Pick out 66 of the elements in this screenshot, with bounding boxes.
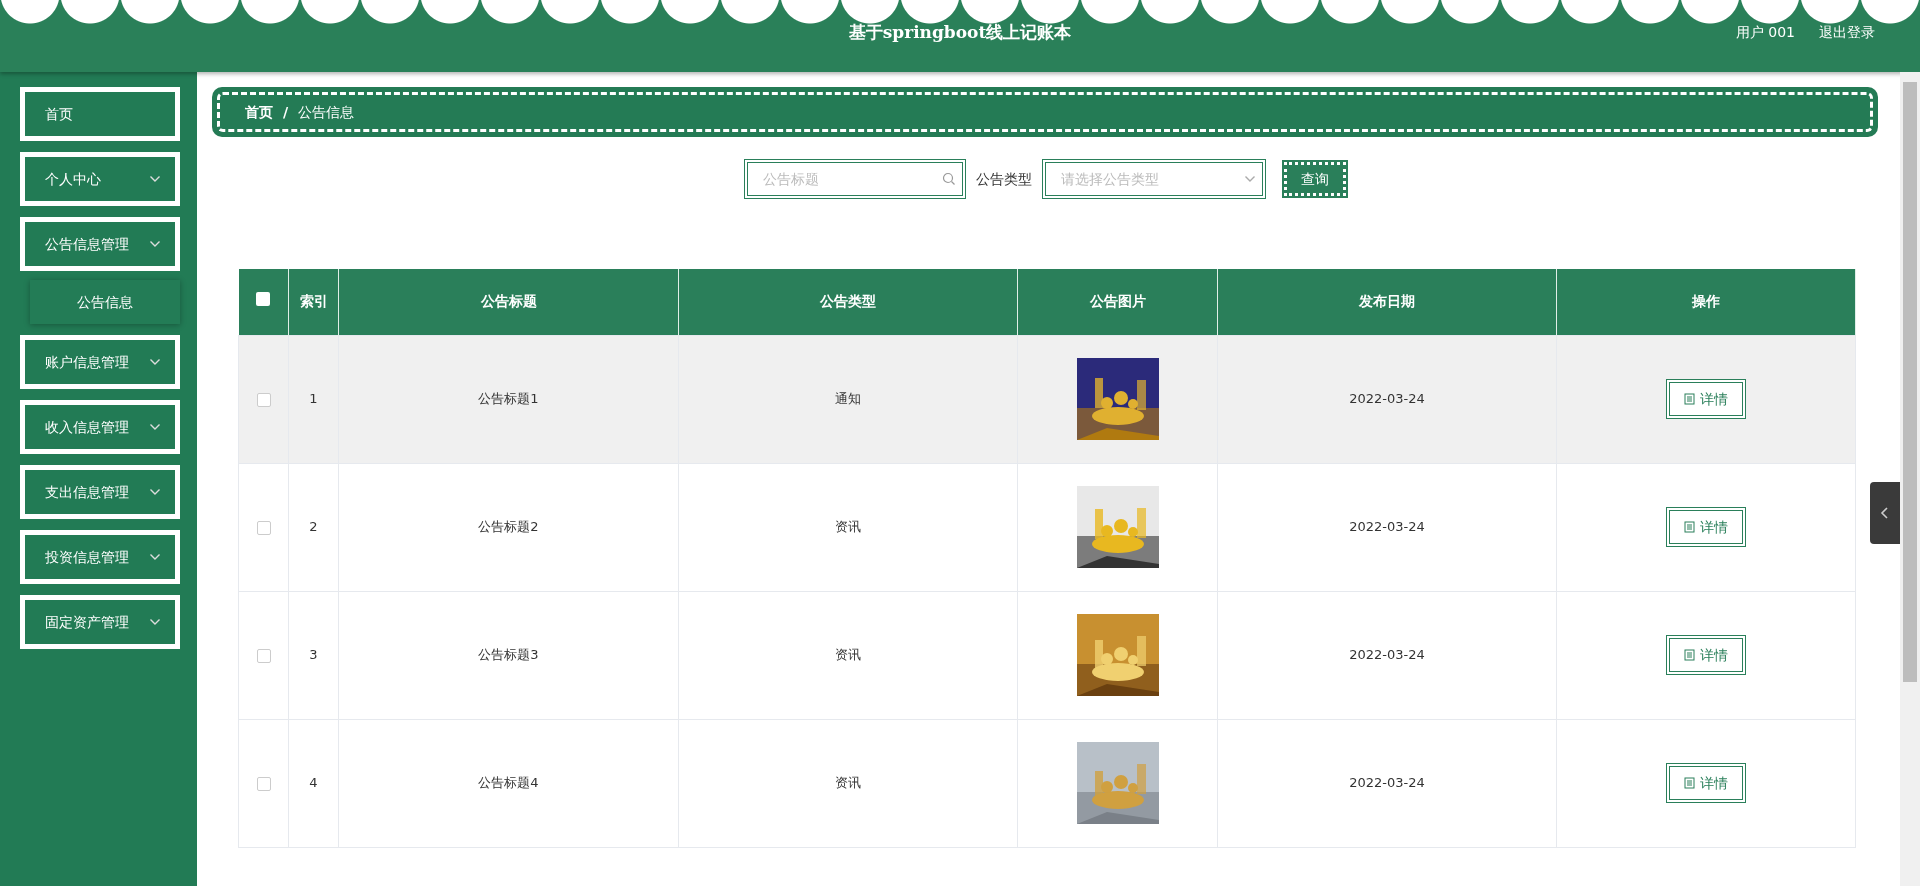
column-header: 操作 (1692, 293, 1720, 310)
collapse-tab[interactable] (1870, 482, 1900, 544)
chevron-left-icon (1880, 506, 1890, 520)
type-cell: 资讯 (835, 775, 861, 791)
type-cell: 资讯 (835, 647, 861, 663)
column-header: 公告标题 (480, 293, 537, 310)
sidebar-subitem[interactable]: 公告信息 (30, 280, 180, 324)
sidebar-item[interactable]: 收入信息管理 (20, 400, 180, 454)
details-button[interactable]: 详情 (1666, 379, 1746, 419)
details-button[interactable]: 详情 (1666, 763, 1746, 803)
index-cell: 2 (309, 519, 318, 535)
type-select[interactable]: 请选择公告类型 (1042, 159, 1266, 199)
select-all-checkbox[interactable] (256, 292, 271, 307)
sidebar-item[interactable]: 固定资产管理 (20, 595, 180, 649)
sidebar-item[interactable]: 公告信息管理 (20, 217, 180, 271)
type-cell: 资讯 (835, 519, 861, 535)
chevron-down-icon (149, 240, 161, 248)
sidebar-item[interactable]: 个人中心 (20, 152, 180, 206)
app-title: 基于springboot线上记账本 (848, 21, 1072, 44)
scrollbar[interactable] (1900, 72, 1920, 886)
scrollbar-thumb[interactable] (1903, 82, 1917, 682)
document-icon (1684, 649, 1695, 661)
row-checkbox[interactable] (256, 392, 271, 407)
sidebar-item[interactable]: 投资信息管理 (20, 530, 180, 584)
search-icon (942, 172, 956, 186)
date-cell: 2022-03-24 (1349, 519, 1425, 535)
document-icon (1684, 777, 1695, 789)
breadcrumb-separator: / (283, 102, 289, 122)
document-icon (1684, 393, 1695, 405)
column-header: 公告类型 (820, 293, 876, 310)
index-cell: 3 (309, 647, 318, 663)
chevron-down-icon (149, 175, 161, 183)
row-checkbox[interactable] (256, 520, 271, 535)
user-name: 用户 001 (1735, 23, 1795, 42)
sidebar-item[interactable]: 首页 (20, 87, 180, 141)
chevron-down-icon (149, 423, 161, 431)
title-cell: 公告标题4 (478, 775, 539, 791)
breadcrumb-link[interactable]: 首页 (245, 101, 273, 123)
index-cell: 4 (309, 775, 318, 791)
logout-link[interactable]: 退出登录 (1819, 22, 1875, 43)
column-header: 公告图片 (1089, 293, 1146, 310)
document-icon (1684, 521, 1695, 533)
details-button[interactable]: 详情 (1666, 635, 1746, 675)
sidebar-item[interactable]: 支出信息管理 (20, 465, 180, 519)
column-header: 发布日期 (1359, 293, 1415, 310)
search-field[interactable]: 公告标题 (744, 159, 966, 199)
chevron-down-icon (1244, 175, 1256, 183)
chevron-down-icon (149, 618, 161, 626)
type-label: 公告类型 (976, 169, 1032, 189)
chevron-down-icon (149, 358, 161, 366)
type-cell: 通知 (835, 391, 861, 407)
column-header: 索引 (299, 293, 328, 310)
title-cell: 公告标题3 (478, 647, 539, 663)
chevron-down-icon (149, 553, 161, 561)
sidebar-item[interactable]: 账户信息管理 (20, 335, 180, 389)
title-cell: 公告标题2 (478, 519, 539, 535)
title-cell: 公告标题1 (478, 391, 539, 407)
query-button[interactable]: 查询 (1284, 162, 1346, 196)
date-cell: 2022-03-24 (1349, 647, 1425, 663)
date-cell: 2022-03-24 (1349, 775, 1425, 791)
row-checkbox[interactable] (256, 648, 271, 663)
chevron-down-icon (149, 488, 161, 496)
date-cell: 2022-03-24 (1349, 391, 1425, 407)
details-button[interactable]: 详情 (1666, 507, 1746, 547)
row-checkbox[interactable] (256, 776, 271, 791)
index-cell: 1 (309, 391, 318, 407)
